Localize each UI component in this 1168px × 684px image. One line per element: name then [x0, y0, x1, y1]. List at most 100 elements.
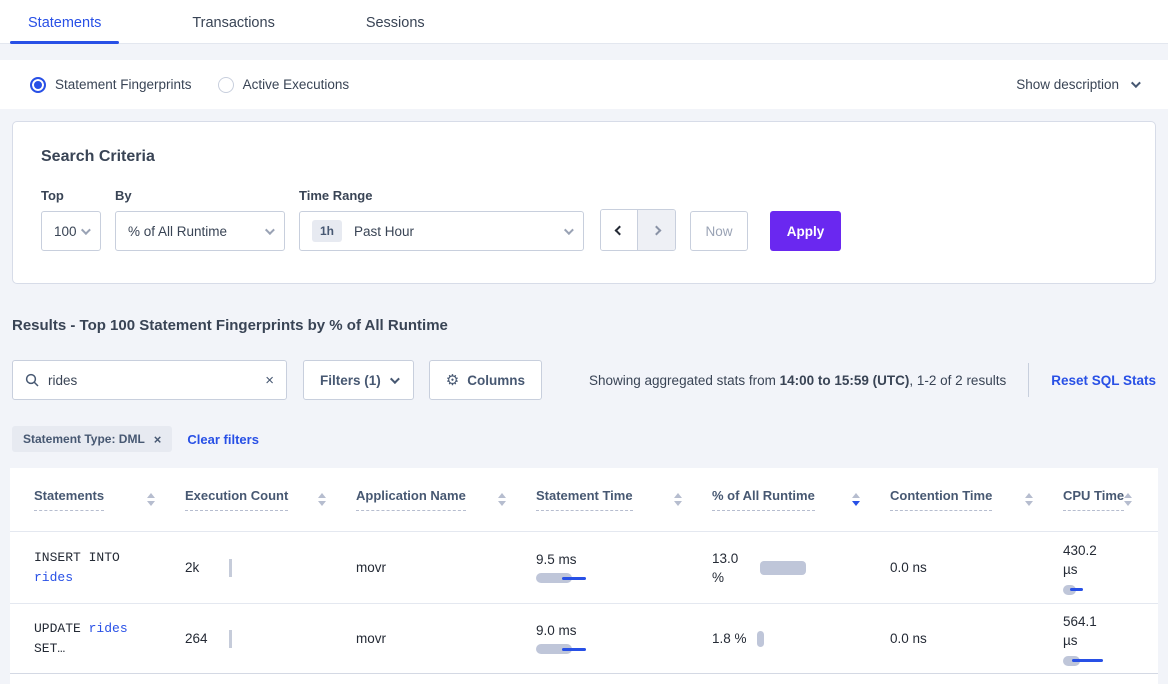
chevron-down-icon [1131, 78, 1141, 88]
time-range-badge: 1h [312, 220, 342, 242]
tab-bar: Statements Transactions Sessions [0, 0, 1168, 44]
chevron-left-icon [614, 225, 624, 235]
aggregated-stats-info: Showing aggregated stats from 14:00 to 1… [589, 363, 1156, 397]
previous-time-window-button[interactable] [601, 210, 638, 250]
filter-chip-label: Statement Type: DML [23, 432, 145, 446]
header-execution-count[interactable]: Execution Count [185, 488, 356, 511]
cpu-time-cell: 564.1 µs [1063, 612, 1158, 666]
sql-activity-page: Statements Transactions Sessions Stateme… [0, 0, 1168, 684]
tab-statements-label: Statements [28, 15, 101, 31]
header-cpu-time[interactable]: CPU Time [1063, 488, 1162, 511]
now-button[interactable]: Now [690, 211, 748, 251]
top-select[interactable]: 100 [41, 211, 101, 251]
remove-filter-icon[interactable]: × [154, 432, 162, 447]
pct-all-runtime-cell: 13.0 % [712, 549, 890, 587]
by-label: By [115, 188, 285, 203]
by-select[interactable]: % of All Runtime [115, 211, 285, 251]
contention-time-cell: 0.0 ns [890, 560, 1063, 575]
by-select-value: % of All Runtime [128, 224, 227, 239]
cpu-time-cell: 430.2 µs [1063, 541, 1158, 595]
chevron-right-icon [652, 225, 662, 235]
statement-time-bar [536, 644, 596, 654]
runtime-bar [760, 561, 806, 575]
header-pct-all-runtime[interactable]: % of All Runtime [712, 488, 890, 511]
statement-fingerprint-link[interactable]: UPDATE rides SET… [34, 619, 156, 659]
application-name-cell: movr [356, 631, 536, 646]
chevron-down-icon [390, 374, 400, 384]
contention-time-cell: 0.0 ns [890, 631, 1063, 646]
reset-sql-stats-link[interactable]: Reset SQL Stats [1051, 373, 1156, 388]
search-input[interactable] [48, 373, 265, 388]
gear-icon: ⚙ [446, 371, 459, 389]
time-range-label: Time Range [299, 188, 584, 203]
chevron-down-icon [564, 225, 574, 235]
tab-transactions-label: Transactions [192, 15, 274, 31]
sort-icon-active-desc[interactable] [852, 493, 860, 506]
top-label: Top [41, 188, 101, 203]
criteria-controls: Top 100 By % of All Runtime Time Range 1… [41, 188, 1127, 251]
execution-count-bar [229, 559, 232, 577]
time-range-select[interactable]: 1h Past Hour [299, 211, 584, 251]
columns-button[interactable]: ⚙ Columns [429, 360, 542, 400]
filters-button-label: Filters (1) [320, 373, 381, 388]
columns-button-label: Columns [467, 373, 525, 388]
sort-icon[interactable] [674, 493, 682, 506]
sort-icon[interactable] [498, 493, 506, 506]
statement-time-cell: 9.5 ms [536, 552, 712, 583]
execution-count-bar [229, 630, 232, 648]
radio-active-executions[interactable]: Active Executions [218, 77, 350, 93]
execution-count-cell: 2k [185, 559, 356, 577]
filters-button[interactable]: Filters (1) [303, 360, 414, 400]
sort-icon[interactable] [1025, 493, 1033, 506]
radio-selected-icon [30, 77, 46, 93]
radio-statement-fingerprints[interactable]: Statement Fingerprints [30, 77, 192, 93]
header-contention-time[interactable]: Contention Time [890, 488, 1063, 511]
next-time-window-button[interactable] [638, 210, 675, 250]
table-header-row: Statements Execution Count Application N… [10, 468, 1158, 532]
header-statements[interactable]: Statements [34, 488, 185, 511]
clear-search-icon[interactable]: × [265, 373, 274, 388]
application-name-cell: movr [356, 560, 536, 575]
top-field: Top 100 [41, 188, 101, 251]
show-description-toggle[interactable]: Show description [1016, 77, 1138, 92]
tab-sessions-label: Sessions [366, 15, 425, 31]
by-field: By % of All Runtime [115, 188, 285, 251]
clear-filters-link[interactable]: Clear filters [187, 432, 259, 447]
chevron-down-icon [265, 225, 275, 235]
sort-icon[interactable] [147, 493, 155, 506]
vertical-divider [1028, 363, 1029, 397]
radio-active-executions-label: Active Executions [243, 77, 350, 92]
chevron-down-icon [81, 225, 91, 235]
view-mode-bar: Statement Fingerprints Active Executions… [0, 60, 1168, 109]
execution-count-cell: 264 [185, 630, 356, 648]
showing-stats-text: Showing aggregated stats from 14:00 to 1… [589, 373, 1006, 388]
time-window-arrows [600, 209, 676, 251]
search-criteria-card: Search Criteria Top 100 By % of All Runt… [12, 121, 1156, 284]
sort-icon[interactable] [318, 493, 326, 506]
filter-chip-statement-type[interactable]: Statement Type: DML × [12, 426, 172, 452]
top-select-value: 100 [54, 224, 77, 239]
time-range-field: Time Range 1h Past Hour [299, 188, 584, 251]
statements-table: Statements Execution Count Application N… [10, 468, 1158, 684]
radio-statement-fingerprints-label: Statement Fingerprints [55, 77, 192, 92]
results-controls-row: × Filters (1) ⚙ Columns Showing aggregat… [12, 360, 1156, 400]
show-description-label: Show description [1016, 77, 1119, 92]
table-row: INSERT INTO rides 2k movr 9.5 ms 13.0 % … [10, 532, 1158, 604]
statement-fingerprint-link[interactable]: INSERT INTO rides [34, 548, 156, 588]
tab-statements[interactable]: Statements [10, 15, 119, 43]
tab-sessions[interactable]: Sessions [348, 15, 443, 43]
active-filters-row: Statement Type: DML × Clear filters [12, 426, 1156, 452]
search-criteria-title: Search Criteria [41, 148, 1127, 166]
tab-transactions[interactable]: Transactions [174, 15, 292, 43]
time-range-value: Past Hour [354, 224, 414, 239]
search-box: × [12, 360, 287, 400]
cpu-time-bar [1063, 656, 1123, 666]
apply-button[interactable]: Apply [770, 211, 841, 251]
cpu-time-bar [1063, 585, 1123, 595]
radio-unselected-icon [218, 77, 234, 93]
header-statement-time[interactable]: Statement Time [536, 488, 712, 511]
statement-time-cell: 9.0 ms [536, 623, 712, 654]
runtime-bar [757, 631, 764, 647]
header-application-name[interactable]: Application Name [356, 488, 536, 511]
sort-icon[interactable] [1124, 493, 1132, 506]
